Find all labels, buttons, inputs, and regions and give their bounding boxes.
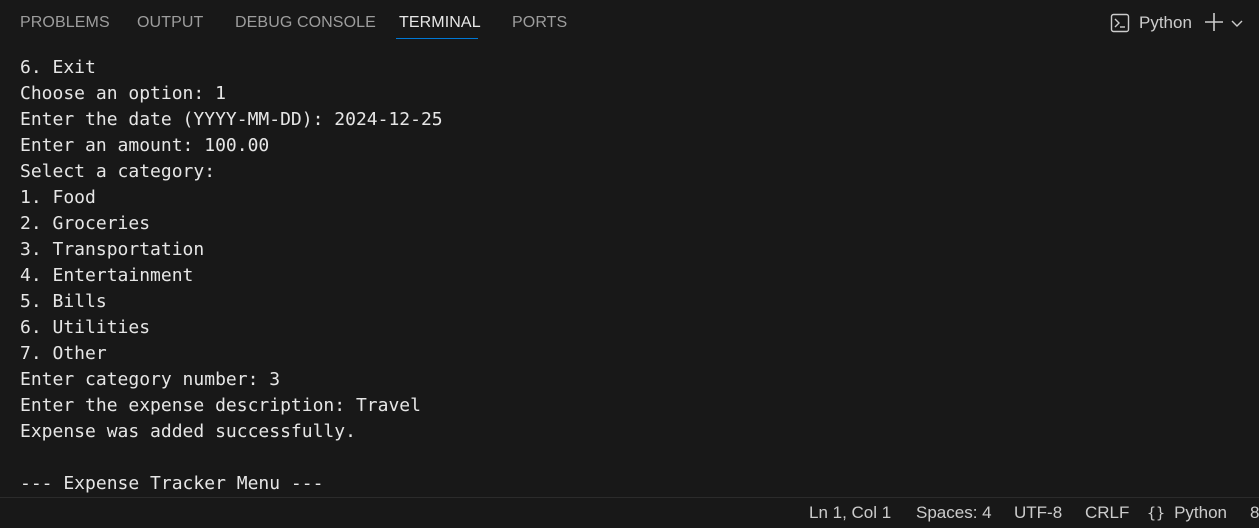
tab-debug-console[interactable]: DEBUG CONSOLE	[235, 13, 376, 33]
terminal-line: Enter category number: 3	[20, 369, 281, 390]
terminal-icon	[1110, 13, 1130, 33]
terminal-selector[interactable]: Python	[1110, 10, 1192, 36]
status-language-mode[interactable]: {} Python	[1147, 503, 1227, 523]
tab-problems[interactable]: PROBLEMS	[20, 13, 110, 33]
terminal-line: 7. Other	[20, 343, 107, 364]
status-bar: Ln 1, Col 1 Spaces: 4 UTF-8 CRLF {} Pytho…	[0, 497, 1259, 528]
plus-icon[interactable]	[1203, 11, 1225, 33]
terminal-line: 6. Utilities	[20, 317, 151, 338]
terminal-line: 3. Transportation	[20, 239, 205, 260]
terminal-line: 1. Food	[20, 187, 96, 208]
terminal-line: --- Expense Tracker Menu ---	[20, 473, 324, 494]
terminal-line: 6. Exit	[20, 57, 96, 78]
terminal-line: 2. Groceries	[20, 213, 151, 234]
terminal-line: 5. Bills	[20, 291, 107, 312]
status-cursor-position[interactable]: Ln 1, Col 1	[809, 503, 891, 523]
chevron-down-icon[interactable]	[1230, 15, 1244, 29]
terminal-line: Enter the expense description: Travel	[20, 395, 421, 416]
terminal-line: Enter an amount: 100.00	[20, 135, 270, 156]
tab-terminal[interactable]: TERMINAL	[399, 13, 481, 33]
tab-ports[interactable]: PORTS	[512, 13, 567, 33]
status-language-label: Python	[1174, 503, 1227, 522]
terminal-line: Select a category:	[20, 161, 216, 182]
terminal-line: Expense was added successfully.	[20, 421, 356, 442]
panel-header: PROBLEMS OUTPUT DEBUG CONSOLE TERMINAL P…	[0, 0, 1259, 46]
terminal-name: Python	[1139, 13, 1192, 32]
status-indentation[interactable]: Spaces: 4	[916, 503, 992, 523]
terminal-output[interactable]: 6. Exit Choose an option: 1 Enter the date…	[20, 55, 1250, 495]
active-tab-indicator	[396, 38, 478, 39]
status-encoding[interactable]: UTF-8	[1014, 503, 1062, 523]
status-line-ending[interactable]: CRLF	[1085, 503, 1129, 523]
braces-icon: {}	[1147, 504, 1166, 522]
status-overflow-item[interactable]: 8	[1250, 503, 1259, 523]
terminal-line: 4. Entertainment	[20, 265, 194, 286]
terminal-line: Choose an option: 1	[20, 83, 226, 104]
terminal-line: Enter the date (YYYY-MM-DD): 2024-12-25	[20, 109, 443, 130]
tab-output[interactable]: OUTPUT	[137, 13, 203, 33]
